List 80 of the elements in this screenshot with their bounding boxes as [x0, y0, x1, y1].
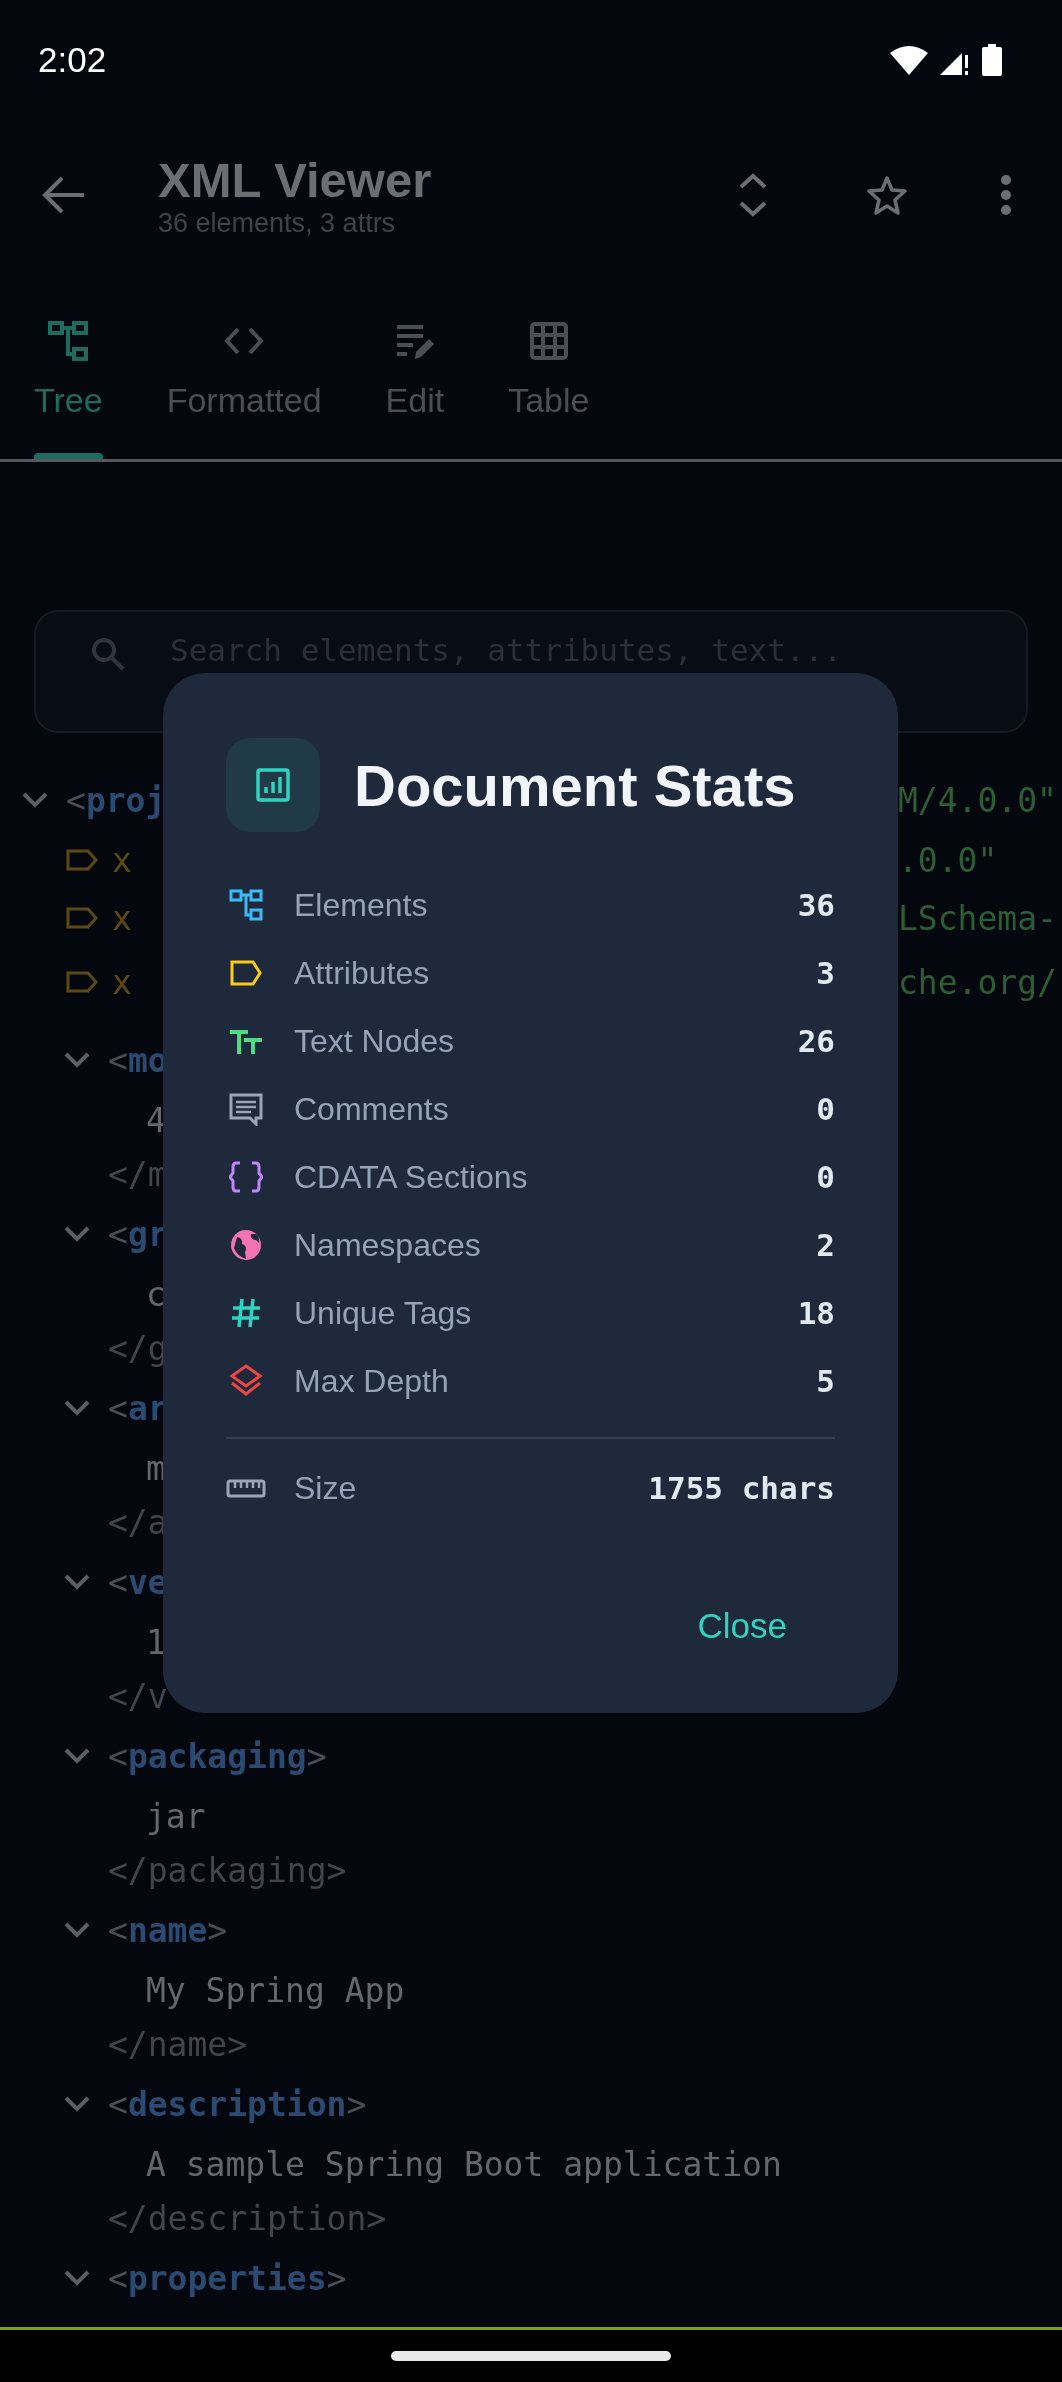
stat-value: 3: [816, 955, 835, 991]
more-options-icon[interactable]: [1000, 174, 1012, 216]
node-text: 1: [146, 1622, 166, 1662]
node-text: 4: [146, 1100, 166, 1140]
element-tag[interactable]: <description>: [108, 2084, 367, 2124]
globe-icon: [229, 1228, 263, 1262]
attribute-name: x: [112, 840, 132, 880]
comment-icon: [229, 1092, 263, 1126]
stat-value: 26: [797, 1023, 835, 1059]
chevron-icon[interactable]: [20, 790, 50, 810]
tag-icon: [66, 849, 98, 871]
bar-chart-icon: [255, 767, 291, 803]
tab[interactable]: Table: [486, 270, 612, 459]
stat-label: Attributes: [294, 954, 431, 992]
chevron-icon[interactable]: [62, 2094, 92, 2114]
battery-icon: [982, 44, 1002, 76]
chevron-icon[interactable]: [62, 2268, 92, 2288]
tab-indicator: [34, 453, 103, 459]
search-icon: [90, 636, 126, 672]
node-text: c: [146, 1274, 166, 1314]
close-button[interactable]: Close: [673, 1592, 811, 1660]
stat-label: Size: [294, 1469, 358, 1507]
tag-icon: [66, 907, 98, 929]
braces-icon: [229, 1160, 263, 1194]
attribute-value: che.org/: [898, 962, 1057, 1002]
stat-label: Elements: [294, 886, 429, 924]
element-tag[interactable]: <properties>: [108, 2258, 347, 2298]
gesture-handle[interactable]: [391, 2351, 671, 2361]
stat-value: 1755 chars: [648, 1470, 835, 1506]
attribute-name: x: [112, 898, 132, 938]
stat-label: CDATA Sections: [294, 1158, 529, 1196]
expand-collapse-icon[interactable]: [738, 173, 768, 217]
wifi-icon: [890, 45, 928, 75]
stat-label: Text Nodes: [294, 1022, 456, 1060]
tag-icon: [66, 971, 98, 993]
tab[interactable]: Edit: [363, 270, 467, 459]
tab[interactable]: Tree: [12, 270, 125, 459]
closing-tag: </packaging>: [108, 1850, 347, 1890]
chevron-icon[interactable]: [62, 1746, 92, 1766]
chevron-icon[interactable]: [62, 1398, 92, 1418]
element-tag[interactable]: <packaging>: [108, 1736, 327, 1776]
element-tag[interactable]: <name>: [108, 1910, 228, 1950]
stat-label: Max Depth: [294, 1362, 450, 1400]
stat-label: Unique Tags: [294, 1294, 473, 1332]
stat-value: 5: [816, 1363, 835, 1399]
clock-time: 2:02: [38, 40, 107, 80]
stat-label: Namespaces: [294, 1226, 482, 1264]
tree-icon: [48, 321, 89, 361]
node-text: A sample Spring Boot application: [146, 2144, 782, 2184]
node-text: My Spring App: [146, 1970, 405, 2010]
stat-value: 0: [816, 1159, 835, 1195]
hash-icon: [229, 1296, 263, 1330]
app-title: XML Viewer: [158, 152, 433, 208]
star-icon[interactable]: [866, 175, 908, 215]
chevron-icon[interactable]: [62, 1050, 92, 1070]
grid-icon: [528, 321, 569, 361]
attribute-value: LSchema-: [898, 898, 1057, 938]
chevron-icon[interactable]: [62, 1572, 92, 1592]
attribute-value: M/4.0.0": [898, 780, 1057, 820]
chevron-icon[interactable]: [62, 1920, 92, 1940]
stat-value: 36: [797, 887, 835, 923]
back-arrow-icon[interactable]: [42, 175, 86, 215]
stat-value: 0: [816, 1091, 835, 1127]
stat-value: 2: [816, 1227, 835, 1263]
closing-tag: </name>: [108, 2024, 248, 2064]
attribute-name: x: [112, 962, 132, 1002]
ruler-icon: [226, 1477, 266, 1499]
closing-tag: </v: [108, 1676, 168, 1716]
attribute-value: .0.0": [898, 840, 998, 880]
chevron-icon[interactable]: [62, 1224, 92, 1244]
element-tag[interactable]: <proj: [66, 780, 166, 820]
layers-icon: [229, 1364, 263, 1398]
stat-label: Comments: [294, 1090, 450, 1128]
stat-value: 18: [797, 1295, 835, 1331]
node-text: jar: [146, 1796, 206, 1836]
tree-icon: [229, 888, 263, 922]
tab[interactable]: Formatted: [144, 270, 344, 459]
app-subtitle: 36 elements, 3 attrs: [158, 208, 397, 238]
dialog-title: Document Stats: [354, 751, 796, 819]
closing-tag: </description>: [108, 2198, 387, 2238]
